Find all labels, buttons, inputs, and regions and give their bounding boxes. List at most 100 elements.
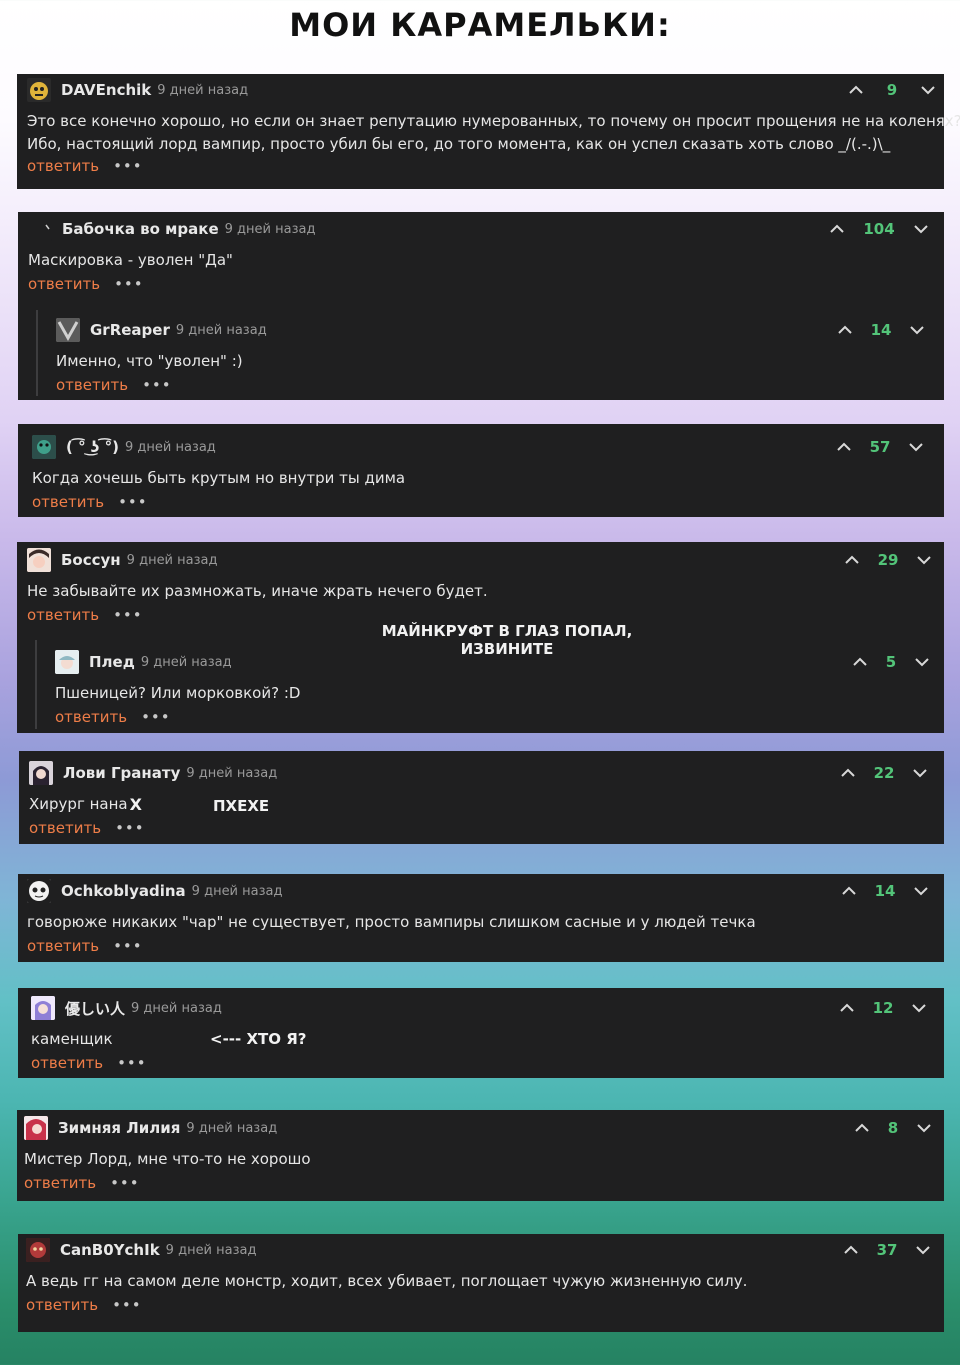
reply-button[interactable]: ответить xyxy=(27,606,99,624)
downvote-icon[interactable] xyxy=(917,79,939,101)
comment-text: Маскировка - уволен "Да" xyxy=(28,251,233,269)
handwritten-note: пхехе xyxy=(213,797,270,815)
comment-text: Это все конечно хорошо, но если он знает… xyxy=(27,112,960,153)
handwritten-note: майнкруфт в глаз попал, извините xyxy=(381,622,633,658)
comment-time[interactable]: 9 дней назад xyxy=(166,1243,257,1258)
more-options-button[interactable]: ••• xyxy=(112,1296,142,1314)
user-avatar[interactable] xyxy=(27,78,51,102)
vote-score: 12 xyxy=(872,999,894,1017)
user-avatar[interactable] xyxy=(27,548,51,572)
vote-score: 8 xyxy=(887,1119,899,1137)
vote-controls: 57 xyxy=(833,435,927,459)
upvote-icon[interactable] xyxy=(836,997,858,1019)
handwritten-mark: Х xyxy=(129,795,142,814)
vote-score: 5 xyxy=(885,653,897,671)
more-options-button[interactable]: ••• xyxy=(142,376,172,394)
upvote-icon[interactable] xyxy=(833,436,855,458)
more-options-button[interactable]: ••• xyxy=(115,819,145,837)
upvote-icon[interactable] xyxy=(837,762,859,784)
vote-controls: 14 xyxy=(834,318,928,342)
author-name[interactable]: CanB0YchIk xyxy=(60,1241,160,1259)
user-avatar[interactable] xyxy=(31,996,55,1020)
upvote-icon[interactable] xyxy=(826,218,848,240)
author-name[interactable]: Ochkoblyadina xyxy=(61,882,186,900)
upvote-icon[interactable] xyxy=(841,549,863,571)
comment-time[interactable]: 9 дней назад xyxy=(192,884,283,899)
more-options-button[interactable]: ••• xyxy=(113,937,143,955)
downvote-icon[interactable] xyxy=(910,218,932,240)
vote-score: 14 xyxy=(870,321,892,339)
reply-button[interactable]: ответить xyxy=(27,937,99,955)
comment-time[interactable]: 9 дней назад xyxy=(176,323,267,338)
vote-controls: 9 xyxy=(845,78,939,102)
more-options-button[interactable]: ••• xyxy=(114,275,144,293)
downvote-icon[interactable] xyxy=(913,549,935,571)
author-name[interactable]: Зимняя Лилия xyxy=(58,1119,180,1137)
reply-button[interactable]: ответить xyxy=(28,275,100,293)
comment-time[interactable]: 9 дней назад xyxy=(186,1121,277,1136)
author-name[interactable]: GrReaper xyxy=(90,321,170,339)
reply-button[interactable]: ответить xyxy=(29,819,101,837)
user-avatar[interactable] xyxy=(29,761,53,785)
downvote-icon[interactable] xyxy=(913,1117,935,1139)
author-name[interactable]: ( ͡° ͜ʖ ͡°) xyxy=(66,438,119,456)
more-options-button[interactable]: ••• xyxy=(113,606,143,624)
comment-time[interactable]: 9 дней назад xyxy=(157,83,248,98)
upvote-icon[interactable] xyxy=(845,79,867,101)
vote-controls: 37 xyxy=(840,1238,934,1262)
downvote-icon[interactable] xyxy=(906,319,928,341)
upvote-icon[interactable] xyxy=(838,880,860,902)
comment-time[interactable]: 9 дней назад xyxy=(125,440,216,455)
user-avatar[interactable] xyxy=(55,650,79,674)
author-name[interactable]: DAVEnchik xyxy=(61,81,151,99)
downvote-icon[interactable] xyxy=(912,1239,934,1261)
author-name[interactable]: Бабочка во мраке xyxy=(62,220,219,238)
comment-text: каменщик xyxy=(31,1030,113,1048)
upvote-icon[interactable] xyxy=(834,319,856,341)
author-name[interactable]: 優しい人 xyxy=(65,998,125,1019)
user-avatar[interactable] xyxy=(27,879,51,903)
reply-button[interactable]: ответить xyxy=(55,708,127,726)
more-options-button[interactable]: ••• xyxy=(117,1054,147,1072)
user-avatar[interactable] xyxy=(32,435,56,459)
downvote-icon[interactable] xyxy=(909,762,931,784)
downvote-icon[interactable] xyxy=(910,880,932,902)
upvote-icon[interactable] xyxy=(851,1117,873,1139)
user-avatar[interactable] xyxy=(26,1238,50,1262)
author-name[interactable]: Плед xyxy=(89,653,135,671)
more-options-button[interactable]: ••• xyxy=(118,493,148,511)
reply-button[interactable]: ответить xyxy=(24,1174,96,1192)
user-avatar[interactable] xyxy=(56,318,80,342)
reply-button[interactable]: ответить xyxy=(27,157,99,175)
comment-card: Боссун 9 дней назад Не забывайте их разм… xyxy=(17,542,944,733)
user-avatar[interactable] xyxy=(28,217,52,241)
handwritten-note: <--- хто я? xyxy=(210,1030,307,1048)
downvote-icon[interactable] xyxy=(911,651,933,673)
comment-time[interactable]: 9 дней назад xyxy=(127,553,218,568)
comment-card: Лови Гранату 9 дней назад Хирург нана Х … xyxy=(19,751,944,844)
more-options-button[interactable]: ••• xyxy=(110,1174,140,1192)
vote-controls: 22 xyxy=(837,761,931,785)
vote-score: 37 xyxy=(876,1241,898,1259)
comment-card: ( ͡° ͜ʖ ͡°) 9 дней назад Когда хочешь бы… xyxy=(18,424,944,517)
user-avatar[interactable] xyxy=(24,1116,48,1140)
more-options-button[interactable]: ••• xyxy=(113,157,143,175)
page-title: мои карамельки: xyxy=(289,6,671,44)
reply-button[interactable]: ответить xyxy=(32,493,104,511)
comment-time[interactable]: 9 дней назад xyxy=(131,1001,222,1016)
author-name[interactable]: Боссун xyxy=(61,551,121,569)
more-options-button[interactable]: ••• xyxy=(141,708,171,726)
author-name[interactable]: Лови Гранату xyxy=(63,764,180,782)
reply-button[interactable]: ответить xyxy=(26,1296,98,1314)
comment-card: DAVEnchik 9 дней назад Это все конечно х… xyxy=(17,74,960,189)
reply-button[interactable]: ответить xyxy=(56,376,128,394)
reply-button[interactable]: ответить xyxy=(31,1054,103,1072)
downvote-icon[interactable] xyxy=(905,436,927,458)
comment-time[interactable]: 9 дней назад xyxy=(225,222,316,237)
downvote-icon[interactable] xyxy=(908,997,930,1019)
comment-time[interactable]: 9 дней назад xyxy=(186,766,277,781)
upvote-icon[interactable] xyxy=(840,1239,862,1261)
upvote-icon[interactable] xyxy=(849,651,871,673)
comment-time[interactable]: 9 дней назад xyxy=(141,655,232,670)
vote-score: 14 xyxy=(874,882,896,900)
